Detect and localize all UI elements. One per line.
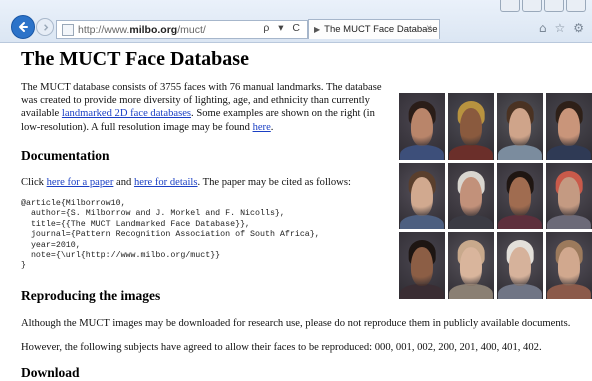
face-photo-2 xyxy=(448,93,494,160)
doc-text-2: and xyxy=(113,177,134,188)
face-photo-11 xyxy=(497,232,543,299)
details-link[interactable]: here for details xyxy=(134,177,198,188)
arrow-left-icon xyxy=(19,22,28,32)
maximize-button[interactable] xyxy=(522,0,542,12)
browser-toolbar: http://www.milbo.org/muct/ ρ ▾ C ▶ The M… xyxy=(0,0,592,43)
tab-title: The MUCT Face Database xyxy=(324,24,438,35)
face-photo-3 xyxy=(497,93,543,160)
home-icon[interactable]: ⌂ xyxy=(539,21,547,35)
page-title: The MUCT Face Database xyxy=(21,48,249,70)
minimize-button[interactable] xyxy=(500,0,520,12)
face-photo-5 xyxy=(399,162,445,230)
settings-gear-icon[interactable]: ⚙ xyxy=(573,21,584,35)
close-window-button[interactable] xyxy=(566,0,586,12)
doc-text-3: . The paper may be cited as follows: xyxy=(197,177,351,188)
face-photo-7 xyxy=(497,162,543,230)
landmarked-databases-link[interactable]: landmarked 2D face databases xyxy=(62,108,191,119)
documentation-paragraph: Click here for a paper and here for deta… xyxy=(21,176,391,189)
face-photo-12 xyxy=(546,232,592,299)
reproducing-heading: Reproducing the images xyxy=(21,288,161,303)
face-photo-8 xyxy=(546,162,592,230)
doc-text-1: Click xyxy=(21,177,47,188)
intro-text-3: . xyxy=(270,121,274,133)
browser-nav-icons: ⌂ ☆ ⚙ xyxy=(539,21,584,35)
face-examples-grid xyxy=(399,93,592,299)
reproducing-paragraph-1: Although the MUCT images may be download… xyxy=(21,318,571,329)
forward-button[interactable] xyxy=(36,18,54,36)
page-icon xyxy=(62,23,74,36)
documentation-heading: Documentation xyxy=(21,148,110,163)
address-bar[interactable]: http://www.milbo.org/muct/ ρ ▾ C xyxy=(56,20,308,39)
favorites-star-icon[interactable]: ☆ xyxy=(554,21,565,35)
full-resolution-link[interactable]: here xyxy=(253,122,271,133)
face-photo-1 xyxy=(399,93,445,160)
reproducing-paragraph-2: However, the following subjects have agr… xyxy=(21,342,542,353)
tab-muct-face-database[interactable]: ▶ The MUCT Face Database × xyxy=(308,19,440,39)
tab-page-icon: ▶ xyxy=(314,25,321,34)
face-photo-4 xyxy=(546,93,592,160)
search-refresh-icons[interactable]: ρ ▾ C xyxy=(263,22,303,34)
intro-paragraph: The MUCT database consists of 3755 faces… xyxy=(21,81,386,134)
face-photo-9 xyxy=(399,232,445,299)
bibtex-citation: @article{Milborrow10, author={S. Milborr… xyxy=(21,199,320,271)
back-button[interactable] xyxy=(11,15,35,39)
arrow-right-icon xyxy=(43,23,48,31)
face-photo-10 xyxy=(448,232,494,299)
paper-link[interactable]: here for a paper xyxy=(47,177,114,188)
restore-button[interactable] xyxy=(544,0,564,12)
window-controls xyxy=(500,0,586,12)
page-content: The MUCT Face Database The MUCT database… xyxy=(21,43,591,380)
url-text: http://www.milbo.org/muct/ xyxy=(78,23,206,36)
face-photo-6 xyxy=(448,162,494,230)
tab-close-icon[interactable]: × xyxy=(426,23,432,34)
download-heading: Download xyxy=(21,365,80,380)
